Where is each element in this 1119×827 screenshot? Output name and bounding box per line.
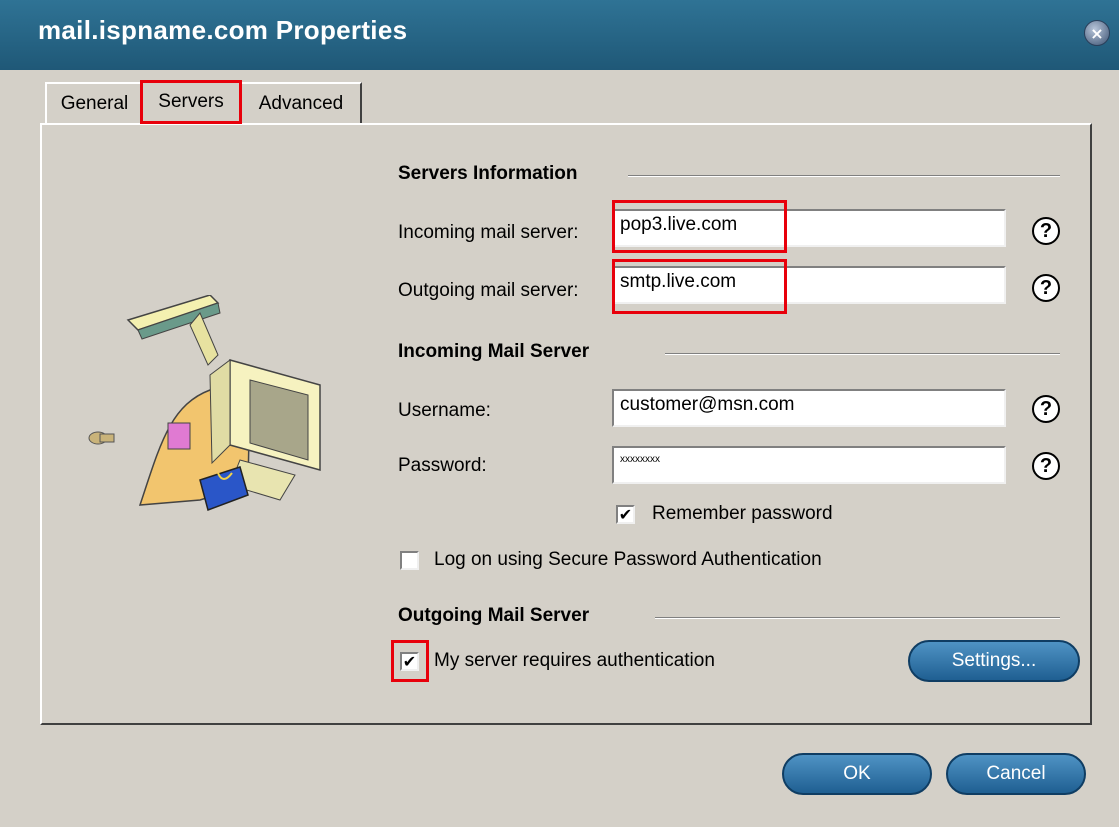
help-icon[interactable]: ?: [1032, 395, 1060, 423]
outgoing-server-field[interactable]: smtp.live.com: [612, 266, 1006, 304]
remember-password-checkbox[interactable]: ✔: [616, 505, 635, 524]
window-title: mail.ispname.com Properties: [38, 15, 408, 45]
help-icon[interactable]: ?: [1032, 217, 1060, 245]
password-label: Password:: [398, 455, 487, 476]
tab-servers[interactable]: Servers: [140, 80, 242, 124]
cancel-button[interactable]: Cancel: [946, 753, 1086, 795]
mail-server-illustration: [88, 295, 321, 511]
title-bar: mail.ispname.com Properties ×: [0, 0, 1119, 70]
ok-button[interactable]: OK: [782, 753, 932, 795]
incoming-server-label: Incoming mail server:: [398, 222, 579, 243]
password-field[interactable]: xxxxxxxx: [612, 446, 1006, 484]
spa-label: Log on using Secure Password Authenticat…: [434, 549, 822, 570]
section-divider: [655, 617, 1060, 619]
section-divider: [628, 175, 1060, 177]
username-label: Username:: [398, 400, 491, 421]
incoming-mail-server-heading: Incoming Mail Server: [398, 341, 590, 362]
tab-advanced[interactable]: Advanced: [240, 82, 362, 125]
properties-dialog: mail.ispname.com Properties × General Ad…: [0, 0, 1119, 827]
close-icon[interactable]: ×: [1084, 20, 1110, 46]
servers-information-heading: Servers Information: [398, 163, 578, 184]
settings-button[interactable]: Settings...: [908, 640, 1080, 682]
section-divider: [665, 353, 1060, 355]
outgoing-server-label: Outgoing mail server:: [398, 280, 579, 301]
auth-checkbox[interactable]: ✔: [400, 652, 419, 671]
remember-password-label: Remember password: [652, 503, 833, 524]
auth-label: My server requires authentication: [434, 650, 715, 671]
spa-checkbox[interactable]: [400, 551, 419, 570]
incoming-server-field[interactable]: pop3.live.com: [612, 209, 1006, 247]
help-icon[interactable]: ?: [1032, 452, 1060, 480]
help-icon[interactable]: ?: [1032, 274, 1060, 302]
tab-general[interactable]: General: [45, 82, 142, 125]
username-field[interactable]: customer@msn.com: [612, 389, 1006, 427]
outgoing-mail-server-heading: Outgoing Mail Server: [398, 605, 590, 626]
